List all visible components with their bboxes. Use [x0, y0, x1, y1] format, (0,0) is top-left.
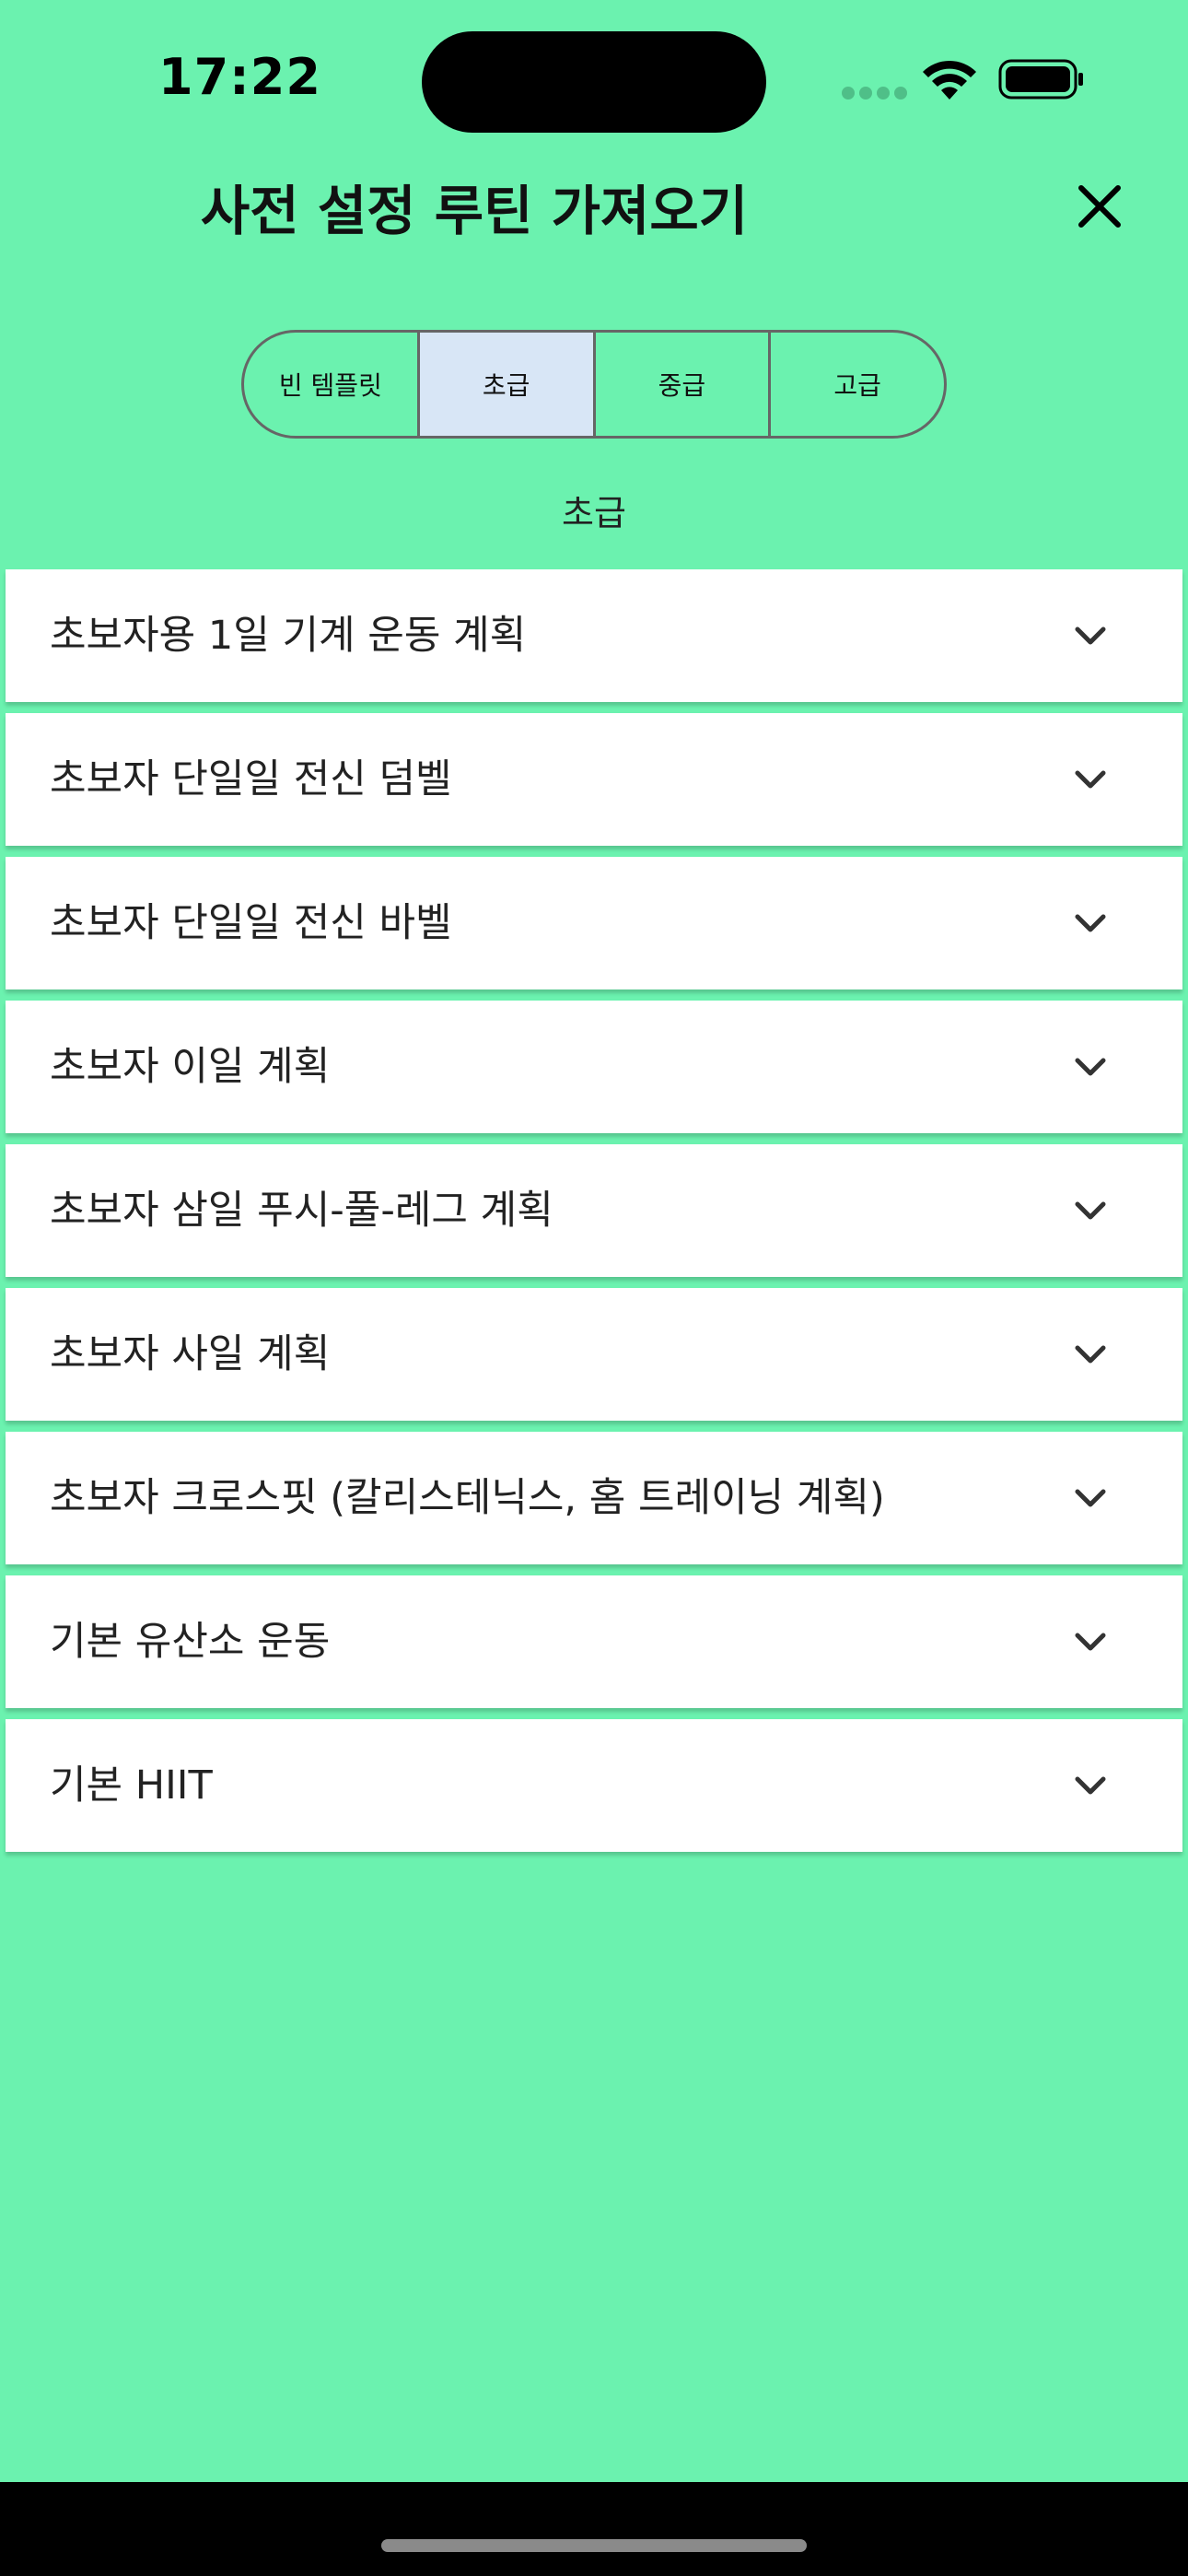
chevron-down-icon: [1075, 1345, 1106, 1364]
section-label: 초급: [562, 493, 626, 533]
bottom-bar: [0, 2482, 1188, 2576]
routine-item[interactable]: 초보자용 1일 기계 운동 계획: [6, 569, 1182, 702]
routine-item[interactable]: 초보자 삼일 푸시-풀-레그 계획: [6, 1144, 1182, 1277]
routine-list: 초보자용 1일 기계 운동 계획 초보자 단일일 전신 덤벨 초보자 단일일 전…: [6, 569, 1182, 1863]
routine-name: 기본 HIIT: [50, 1762, 213, 1809]
segment-advanced[interactable]: 고급: [771, 333, 944, 436]
battery-icon: [998, 59, 1083, 100]
wifi-icon: [923, 60, 976, 100]
chevron-down-icon: [1075, 770, 1106, 789]
routine-name: 초보자 단일일 전신 덤벨: [50, 756, 452, 802]
page-title: 사전 설정 루틴 가져오기: [200, 180, 749, 242]
routine-item[interactable]: 초보자 사일 계획: [6, 1288, 1182, 1421]
chevron-down-icon: [1075, 626, 1106, 645]
status-bar: 17:22: [0, 0, 1188, 166]
segment-intermediate[interactable]: 중급: [596, 333, 772, 436]
segment-empty-template[interactable]: 빈 템플릿: [244, 333, 420, 436]
chevron-down-icon: [1075, 1058, 1106, 1076]
chevron-down-icon: [1075, 1776, 1106, 1795]
level-segmented-control: 빈 템플릿 초급 중급 고급: [241, 330, 947, 439]
routine-item[interactable]: 초보자 이일 계획: [6, 1001, 1182, 1133]
routine-item[interactable]: 초보자 단일일 전신 바벨: [6, 857, 1182, 989]
routine-item[interactable]: 초보자 단일일 전신 덤벨: [6, 713, 1182, 846]
routine-name: 기본 유산소 운동: [50, 1619, 331, 1665]
dynamic-island: [422, 31, 766, 133]
chevron-down-icon: [1075, 1489, 1106, 1507]
routine-name: 초보자 이일 계획: [50, 1044, 331, 1090]
chevron-down-icon: [1075, 1201, 1106, 1220]
routine-name: 초보자 단일일 전신 바벨: [50, 900, 452, 946]
routine-name: 초보자 사일 계획: [50, 1331, 331, 1377]
signal-dots-icon: [842, 87, 908, 100]
routine-item[interactable]: 기본 유산소 운동: [6, 1575, 1182, 1708]
close-button[interactable]: [1070, 177, 1129, 236]
routine-name: 초보자 크로스핏 (칼리스테닉스, 홈 트레이닝 계획): [50, 1475, 885, 1521]
routine-name: 초보자 삼일 푸시-풀-레그 계획: [50, 1188, 553, 1234]
close-icon: [1078, 185, 1121, 228]
routine-item[interactable]: 초보자 크로스핏 (칼리스테닉스, 홈 트레이닝 계획): [6, 1432, 1182, 1564]
chevron-down-icon: [1075, 914, 1106, 932]
segment-beginner[interactable]: 초급: [419, 333, 596, 436]
chevron-down-icon: [1075, 1633, 1106, 1651]
home-indicator[interactable]: [381, 2539, 807, 2552]
routine-item[interactable]: 기본 HIIT: [6, 1719, 1182, 1852]
status-time: 17:22: [158, 48, 321, 106]
routine-name: 초보자용 1일 기계 운동 계획: [50, 613, 527, 659]
